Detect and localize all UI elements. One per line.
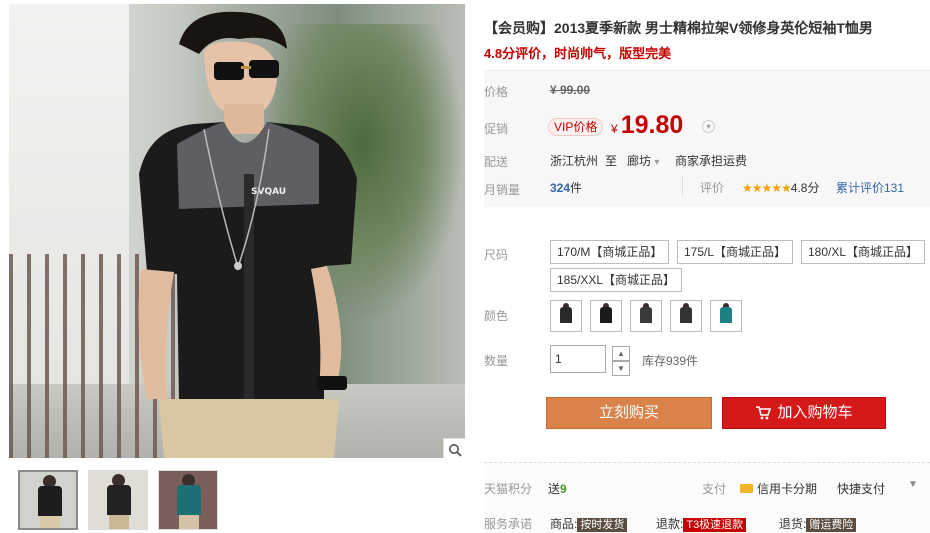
total-reviews-link[interactable]: 累计评价131 (836, 179, 904, 196)
quantity-input[interactable] (550, 345, 606, 373)
size-option-170[interactable]: 170/M【商城正品】 (550, 240, 670, 264)
quantity-increase-button[interactable]: ▲ (612, 346, 630, 361)
price-label: 价格 (484, 85, 509, 99)
credit-card-icon (740, 484, 753, 493)
divider (682, 176, 683, 196)
svg-text:SVQAU: SVQAU (251, 187, 286, 197)
product-subtitle: 4.8分评价，时尚帅气，版型完美 (484, 46, 672, 61)
destination-text: 廊坊 (627, 154, 652, 168)
size-option-185[interactable]: 185/XXL【商城正品】 (550, 268, 683, 292)
payment-label: 支付 (702, 482, 727, 496)
product-title: 【会员购】2013夏季新款 男士精棉拉架V领修身英伦短袖T恤男 (484, 20, 873, 36)
service-item-3-tag: 赠运费险 (806, 518, 857, 532)
swatch-shirt (720, 307, 732, 323)
rating-score: 4.8分 (790, 181, 820, 195)
service-item-3-label: 退货: (779, 517, 807, 531)
swatch-shirt (680, 307, 692, 323)
swatch-shirt (560, 307, 572, 323)
expand-payment-icon[interactable]: ▼ (908, 479, 918, 490)
thumb-pants (40, 516, 60, 528)
cart-icon (756, 406, 772, 420)
vip-price-badge: VIP价格 (548, 118, 604, 136)
installment-option[interactable]: 信用卡分期 (740, 480, 817, 497)
promo-label: 促销 (484, 122, 509, 136)
thumbnail-2[interactable] (88, 470, 148, 530)
main-product-image[interactable]: SVQAU (9, 4, 465, 458)
add-to-cart-button[interactable]: 加入购物车 (722, 397, 886, 429)
buy-now-label: 立刻购买 (598, 404, 659, 421)
color-option-1[interactable] (550, 300, 582, 332)
thumb-shirt (177, 485, 201, 515)
swatch-shirt (600, 307, 612, 323)
color-option-4[interactable] (670, 300, 702, 332)
original-price: ¥ 99.00 (550, 83, 590, 97)
quantity-label: 数量 (484, 354, 509, 368)
size-label: 尺码 (484, 248, 509, 262)
size-option-180[interactable]: 180/XL【商城正品】 (801, 240, 926, 264)
rating-label: 评价 (700, 181, 725, 195)
color-label: 颜色 (484, 309, 509, 323)
add-to-cart-label: 加入购物车 (777, 404, 853, 421)
shipping-to-word: 至 (605, 154, 618, 168)
thumbnail-3[interactable] (158, 470, 218, 530)
currency-symbol: ¥ (611, 122, 618, 136)
quick-pay-option[interactable]: 快捷支付 (837, 480, 885, 497)
shipping-label: 配送 (484, 155, 509, 169)
points-value: 送9 (548, 480, 567, 497)
shipping-fee: 商家承担运费 (675, 154, 748, 168)
promo-price: ¥19.80 (611, 111, 683, 140)
monthly-sales-count: 324件 (550, 179, 582, 196)
service-item-2[interactable]: 退款: T3极速退款 (656, 515, 747, 532)
model-figure: SVQAU (138, 11, 357, 458)
caret-down-icon: ▾ (654, 157, 660, 168)
quantity-decrease-button[interactable]: ▼ (612, 361, 630, 376)
buy-now-button[interactable]: 立刻购买 (546, 397, 712, 429)
service-item-1[interactable]: 商品: 按时发货 (550, 515, 628, 532)
services-block: 天猫积分 送9 支付 信用卡分期 快捷支付 ▼ 服务承诺 商品: 按时发货 退款:… (484, 462, 930, 533)
original-price-value: ¥ 99.00 (550, 83, 591, 97)
swatch-shirt (640, 307, 652, 323)
product-info-panel: 【会员购】2013夏季新款 男士精棉拉架V领修身英伦短袖T恤男 4.8分评价，时… (484, 0, 930, 533)
points-prefix: 送 (548, 482, 561, 496)
thumb-pants (179, 515, 199, 529)
service-item-2-label: 退款: (656, 517, 684, 531)
color-option-3[interactable] (630, 300, 662, 332)
thumbnail-1[interactable] (18, 470, 78, 530)
price-block: 价格 ¥ 99.00 促销 VIP价格 ¥19.80 ▾ 配送 浙江杭州 至 廊… (484, 70, 930, 207)
service-item-1-tag: 按时发货 (577, 518, 628, 532)
thumb-shirt (107, 485, 131, 515)
service-item-1-label: 商品: (550, 517, 578, 531)
size-option-175[interactable]: 175/L【商城正品】 (677, 240, 794, 264)
magnifier-icon (449, 444, 462, 457)
zoom-button[interactable] (443, 438, 465, 458)
service-label: 服务承诺 (484, 517, 533, 531)
service-item-2-tag: T3极速退款 (683, 518, 747, 532)
color-option-2[interactable] (590, 300, 622, 332)
thumb-shirt (38, 486, 62, 516)
installment-label: 信用卡分期 (757, 482, 818, 496)
sales-unit: 件 (570, 181, 583, 195)
shipping-destination[interactable]: 廊坊 ▾ (627, 152, 659, 169)
rating-stars: ★★★★★4.8分 (742, 179, 819, 196)
star-icons: ★★★★★ (742, 181, 792, 195)
monthly-sales-label: 月销量 (484, 183, 521, 197)
service-item-3[interactable]: 退货: 赠运费险 (779, 515, 857, 532)
sales-count-value: 324 (550, 181, 571, 195)
chevron-down-icon[interactable]: ▾ (702, 120, 715, 133)
points-number: 9 (560, 482, 567, 496)
stock-count: 库存939件 (642, 354, 699, 368)
points-label: 天猫积分 (484, 482, 533, 496)
promo-price-value: 19.80 (620, 111, 684, 139)
thumb-pants (109, 515, 129, 529)
shipping-from: 浙江杭州 (550, 154, 599, 168)
color-option-5[interactable] (710, 300, 742, 332)
